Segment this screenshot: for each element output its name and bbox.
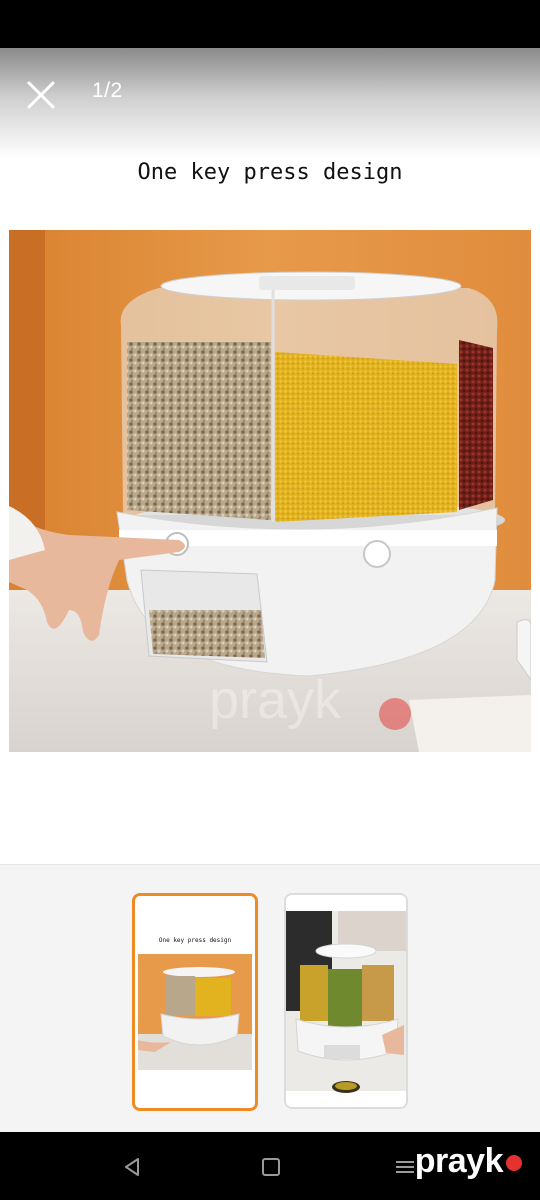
close-icon[interactable] xyxy=(24,78,58,112)
status-bar xyxy=(0,0,540,48)
svg-text:prayk: prayk xyxy=(209,670,342,730)
back-icon[interactable] xyxy=(120,1154,146,1180)
thumbnail-2[interactable] xyxy=(284,893,408,1109)
image-viewer[interactable]: One key press design prayk xyxy=(0,158,540,864)
watermark-dot xyxy=(506,1155,522,1172)
watermark-logo: prayk xyxy=(415,1142,522,1181)
viewer-header xyxy=(0,48,540,158)
product-photo[interactable]: prayk xyxy=(9,230,531,752)
thumbnail-1-caption: One key press design xyxy=(159,937,232,944)
thumbnail-2-image xyxy=(286,895,406,1107)
thumbnail-1[interactable]: One key press design xyxy=(132,893,258,1111)
home-icon[interactable] xyxy=(258,1154,284,1180)
image-counter: 1/2 xyxy=(92,79,123,102)
thumbnail-strip: One key press design xyxy=(0,864,540,1133)
thumbnail-1-image: One key press design xyxy=(135,896,255,1108)
image-caption: One key press design xyxy=(137,160,403,185)
